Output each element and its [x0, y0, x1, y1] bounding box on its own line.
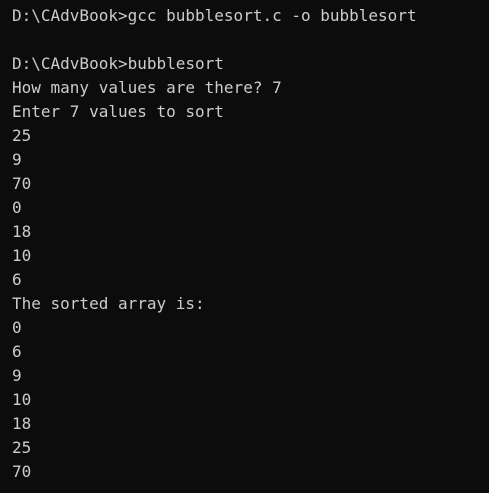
prompt-count: How many values are there? 7 [12, 78, 282, 97]
prompt-enter-values: Enter 7 values to sort [12, 102, 224, 121]
output-value: 10 [12, 390, 32, 409]
output-value: 70 [12, 462, 32, 481]
input-value: 9 [12, 150, 22, 169]
input-value: 6 [12, 270, 22, 289]
input-value: 10 [12, 246, 32, 265]
command-line-compile: D:\CAdvBook>gcc bubblesort.c -o bubbleso… [12, 6, 417, 25]
input-value: 70 [12, 174, 32, 193]
output-heading: The sorted array is: [12, 294, 205, 313]
output-value: 9 [12, 366, 22, 385]
console-window[interactable]: D:\CAdvBook>gcc bubblesort.c -o bubbleso… [0, 0, 489, 493]
output-value: 0 [12, 318, 22, 337]
command-line-run: D:\CAdvBook>bubblesort [12, 54, 224, 73]
input-value: 18 [12, 222, 32, 241]
input-value: 0 [12, 198, 22, 217]
input-value: 25 [12, 126, 32, 145]
output-value: 6 [12, 342, 22, 361]
output-value: 25 [12, 438, 32, 457]
output-value: 18 [12, 414, 32, 433]
